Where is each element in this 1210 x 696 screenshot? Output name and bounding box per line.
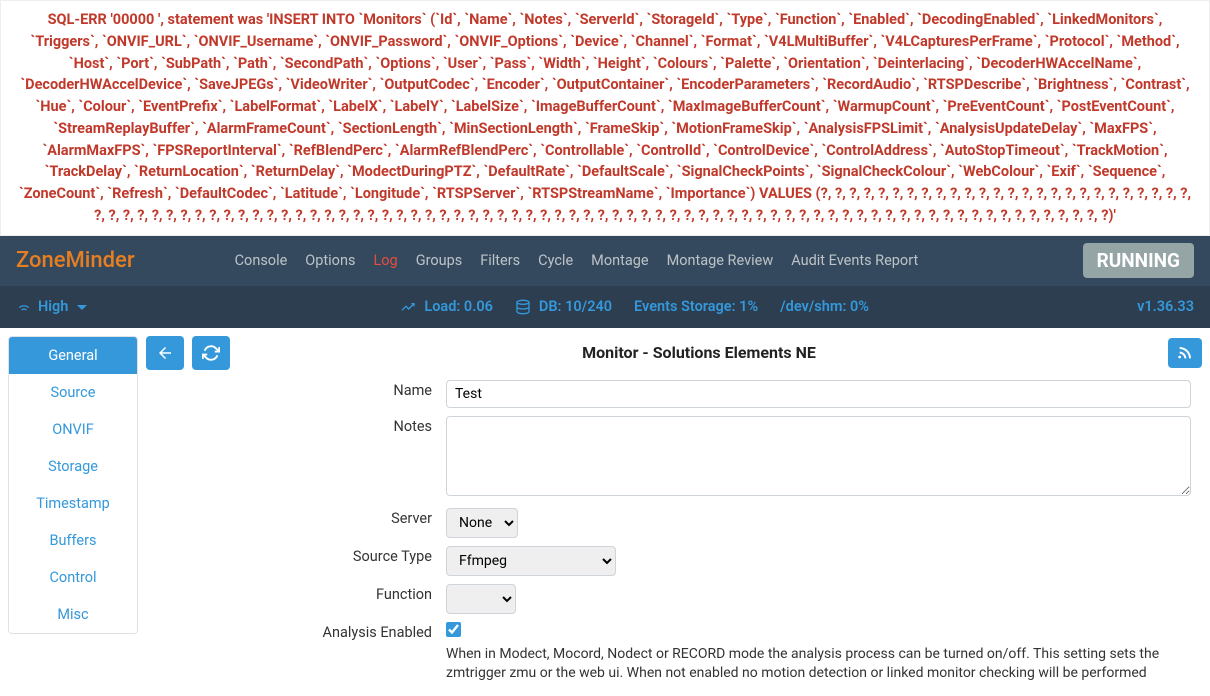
activity-icon [400, 299, 416, 315]
brand-logo[interactable]: ZoneMinder [16, 248, 135, 273]
sql-error-banner: SQL-ERR '00000 ', statement was 'INSERT … [0, 0, 1210, 236]
checkbox-analysis-enabled[interactable] [446, 622, 461, 637]
help-analysis-enabled: When in Modect, Mocord, Nodect or RECORD… [446, 645, 1202, 684]
label-notes: Notes [146, 412, 446, 504]
nav-groups[interactable]: Groups [416, 252, 463, 269]
nav-log[interactable]: Log [373, 252, 397, 269]
status-shm[interactable]: /dev/shm: 0% [780, 298, 869, 315]
sidebar: General Source ONVIF Storage Timestamp B… [8, 336, 138, 688]
tab-buffers[interactable]: Buffers [9, 522, 137, 559]
status-center: Load: 0.06 DB: 10/240 Events Storage: 1%… [400, 298, 869, 315]
status-events-storage-text: Events Storage: 1% [634, 298, 758, 315]
tab-timestamp[interactable]: Timestamp [9, 485, 137, 522]
nav-collapse-icon[interactable] [936, 252, 952, 269]
content-panel: Monitor - Solutions Elements NE Name Not… [146, 336, 1202, 688]
main-content: General Source ONVIF Storage Timestamp B… [0, 328, 1210, 696]
input-notes[interactable] [446, 416, 1191, 496]
refresh-icon [202, 344, 220, 362]
tab-storage[interactable]: Storage [9, 448, 137, 485]
rss-icon [1177, 345, 1193, 361]
bandwidth-label: High [38, 298, 68, 315]
toolbar: Monitor - Solutions Elements NE [146, 336, 1202, 370]
monitor-form: Name Notes Server None Source Type Ffmpe… [146, 376, 1202, 688]
label-analysis-enabled: Analysis Enabled [146, 618, 446, 688]
nav-options[interactable]: Options [305, 252, 355, 269]
stream-button[interactable] [1168, 338, 1202, 368]
status-db-text: DB: 10/240 [539, 298, 612, 315]
bandwidth-selector[interactable]: High [16, 298, 90, 315]
status-shm-text: /dev/shm: 0% [780, 298, 869, 315]
nav-links: Console Options Log Groups Filters Cycle… [235, 252, 1083, 269]
wifi-icon [16, 299, 32, 315]
nav-cycle[interactable]: Cycle [538, 252, 573, 269]
arrow-left-icon [156, 344, 174, 362]
nav-console[interactable]: Console [235, 252, 288, 269]
input-name[interactable] [446, 380, 1191, 408]
status-load-text: Load: 0.06 [424, 298, 493, 315]
caret-down-icon [74, 299, 90, 315]
select-source-type[interactable]: Ffmpeg [446, 546, 616, 576]
page-title: Monitor - Solutions Elements NE [238, 343, 1160, 362]
tab-source[interactable]: Source [9, 374, 137, 411]
tab-control[interactable]: Control [9, 559, 137, 596]
label-server: Server [146, 504, 446, 542]
running-badge[interactable]: RUNNING [1083, 243, 1194, 278]
tab-misc[interactable]: Misc [9, 596, 137, 633]
nav-montage-review[interactable]: Montage Review [667, 252, 774, 269]
tab-general[interactable]: General [9, 337, 137, 374]
status-db[interactable]: DB: 10/240 [515, 298, 612, 315]
label-name: Name [146, 376, 446, 412]
nav-audit-events-report[interactable]: Audit Events Report [791, 252, 918, 269]
database-icon [515, 299, 531, 315]
label-function: Function [146, 580, 446, 618]
status-events-storage[interactable]: Events Storage: 1% [634, 298, 758, 315]
select-function[interactable] [446, 584, 516, 614]
tab-onvif[interactable]: ONVIF [9, 411, 137, 448]
refresh-button[interactable] [192, 336, 230, 370]
sidebar-tabs: General Source ONVIF Storage Timestamp B… [8, 336, 138, 634]
nav-filters[interactable]: Filters [480, 252, 520, 269]
navbar: ZoneMinder Console Options Log Groups Fi… [0, 236, 1210, 286]
back-button[interactable] [146, 336, 184, 370]
label-source-type: Source Type [146, 542, 446, 580]
select-server[interactable]: None [446, 508, 518, 538]
status-load[interactable]: Load: 0.06 [400, 298, 493, 315]
version-link[interactable]: v1.36.33 [1137, 298, 1194, 315]
nav-montage[interactable]: Montage [591, 252, 648, 269]
statusbar: High Load: 0.06 DB: 10/240 Events Storag… [0, 286, 1210, 328]
